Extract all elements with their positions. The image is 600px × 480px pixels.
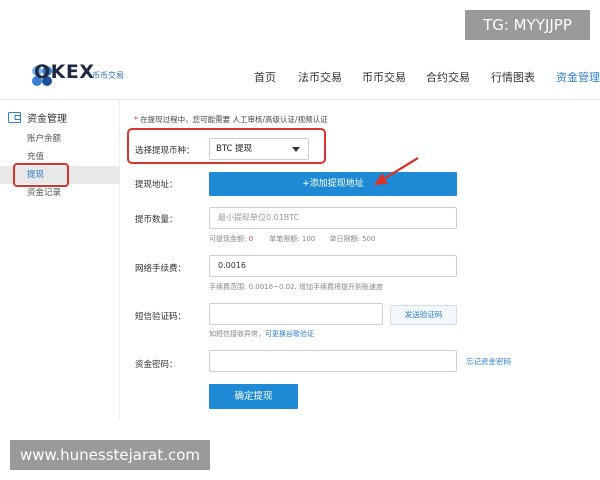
nav-item-fund-management[interactable]: 资金管理 [556,69,600,85]
sms-hint-text: 如短信接收异常， [209,330,265,338]
sidebar-heading-label: 资金管理 [27,114,67,125]
fee-input[interactable]: 0.0016 [209,255,457,277]
nav-item-coin-trading[interactable]: 币币交易 [362,69,406,85]
sidebar-heading: 资金管理 [8,110,67,125]
switch-google-auth-link[interactable]: 可更换谷歌验证 [265,330,314,338]
nav-item-fiat-trading[interactable]: 法币交易 [298,69,342,85]
sms-hint: 如短信接收异常，可更换谷歌验证 [209,329,314,339]
fee-hint: 手续费范围: 0.0016~0.02, 增加手续费将提升到账速度 [209,283,383,291]
caret-down-icon [292,147,300,152]
password-label: 资金密码： [135,360,178,370]
currency-select[interactable]: BTC 提现 [209,138,309,160]
nav-item-market-charts[interactable]: 行情图表 [491,69,535,85]
amount-input[interactable]: 最小提现单位0.01BTC [209,207,457,229]
available-label: 可提现金额: [209,235,247,243]
notice-star: * [134,115,138,124]
sidebar-item-account-balance[interactable]: 账户余额 [0,130,120,148]
withdraw-notice: * 在提现过程中，您可能需要 人工审核/高级认证/视频认证 [134,114,328,125]
amount-label: 提币数量： [135,215,178,225]
amount-hint: 可提现金额: 0 单笔限额: 100 单日限额: 500 [209,234,375,244]
watermark-site: www.hunesstejarat.com [10,440,210,470]
highlight-box-withdraw [13,163,69,187]
sms-code-input[interactable] [209,303,383,325]
available-value: 0 [248,235,254,243]
nav-item-futures-trading[interactable]: 合约交易 [426,69,470,85]
brand-logo-text[interactable]: OKEX [34,61,95,83]
forgot-password-link[interactable]: 忘记资金密码 [466,356,511,367]
notice-text: 在提现过程中，您可能需要 人工审核/高级认证/视频认证 [140,115,328,124]
brand-subtitle[interactable]: 币币交易 [92,70,124,81]
fund-password-input[interactable] [209,350,457,372]
fee-value: 0.0016 [218,261,246,270]
currency-select-value: BTC 提现 [216,144,253,154]
confirm-withdraw-button[interactable]: 确定提现 [209,384,298,409]
red-arrow-icon [374,157,419,185]
single-limit: 单笔限额: 100 [269,235,316,243]
currency-label: 选择提现币种： [135,146,195,156]
send-code-button[interactable]: 发送验证码 [390,305,457,325]
sms-label: 短信验证码： [135,312,187,322]
amount-placeholder: 最小提现单位0.01BTC [218,213,300,222]
address-label: 提现地址： [135,180,178,190]
daily-limit: 单日限额: 500 [329,235,376,243]
nav-item-home[interactable]: 首页 [254,69,276,85]
wallet-icon [8,112,21,123]
top-navigation: OKEX 币币交易 首页 法币交易 币币交易 合约交易 行情图表 资金管理 [0,52,600,100]
sidebar: 资金管理 账户余额 充值 提现 资金记录 [0,100,120,420]
watermark-telegram: TG: MYYJJPP [465,10,590,40]
fee-label: 网络手续费： [135,264,187,274]
